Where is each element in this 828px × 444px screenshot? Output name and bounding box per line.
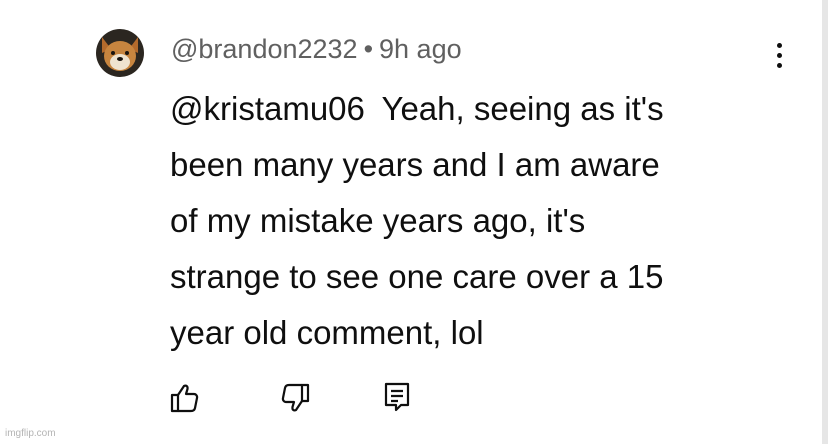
author-handle[interactable]: @brandon2232: [171, 34, 358, 64]
watermark: imgflip.com: [5, 428, 56, 439]
comment-line: been many years and I am aware: [170, 146, 660, 183]
menu-dot: [776, 52, 782, 58]
comment-timestamp[interactable]: 9h ago: [379, 34, 462, 64]
dislike-button[interactable]: [278, 381, 312, 415]
like-button[interactable]: [168, 381, 202, 415]
reply-button[interactable]: [381, 380, 415, 414]
menu-dot: [776, 62, 782, 68]
comment-line-text: Yeah, seeing as it's: [381, 90, 664, 127]
thumbs-down-icon: [281, 383, 310, 412]
thumbs-up-icon: [170, 384, 199, 413]
comment-line: year old comment, lol: [170, 314, 484, 351]
page-edge: [822, 0, 828, 444]
comment-line: of my mistake years ago, it's: [170, 202, 586, 239]
more-vertical-icon[interactable]: [768, 40, 790, 70]
meta-separator: •: [363, 34, 374, 64]
comment-text: @kristamu06 Yeah, seeing as it's been ma…: [170, 81, 770, 361]
comment-reply-icon: [384, 382, 410, 412]
comment-line: strange to see one care over a 15: [170, 258, 664, 295]
menu-dot: [776, 42, 782, 48]
mention-link[interactable]: @kristamu06: [170, 90, 365, 127]
comment-line: @kristamu06 Yeah, seeing as it's: [170, 81, 770, 137]
comment-meta: @brandon2232 • 9h ago: [171, 31, 462, 67]
comment-card: @brandon2232 • 9h ago @kristamu06 Yeah, se…: [0, 0, 822, 444]
dog-avatar[interactable]: [96, 29, 144, 77]
